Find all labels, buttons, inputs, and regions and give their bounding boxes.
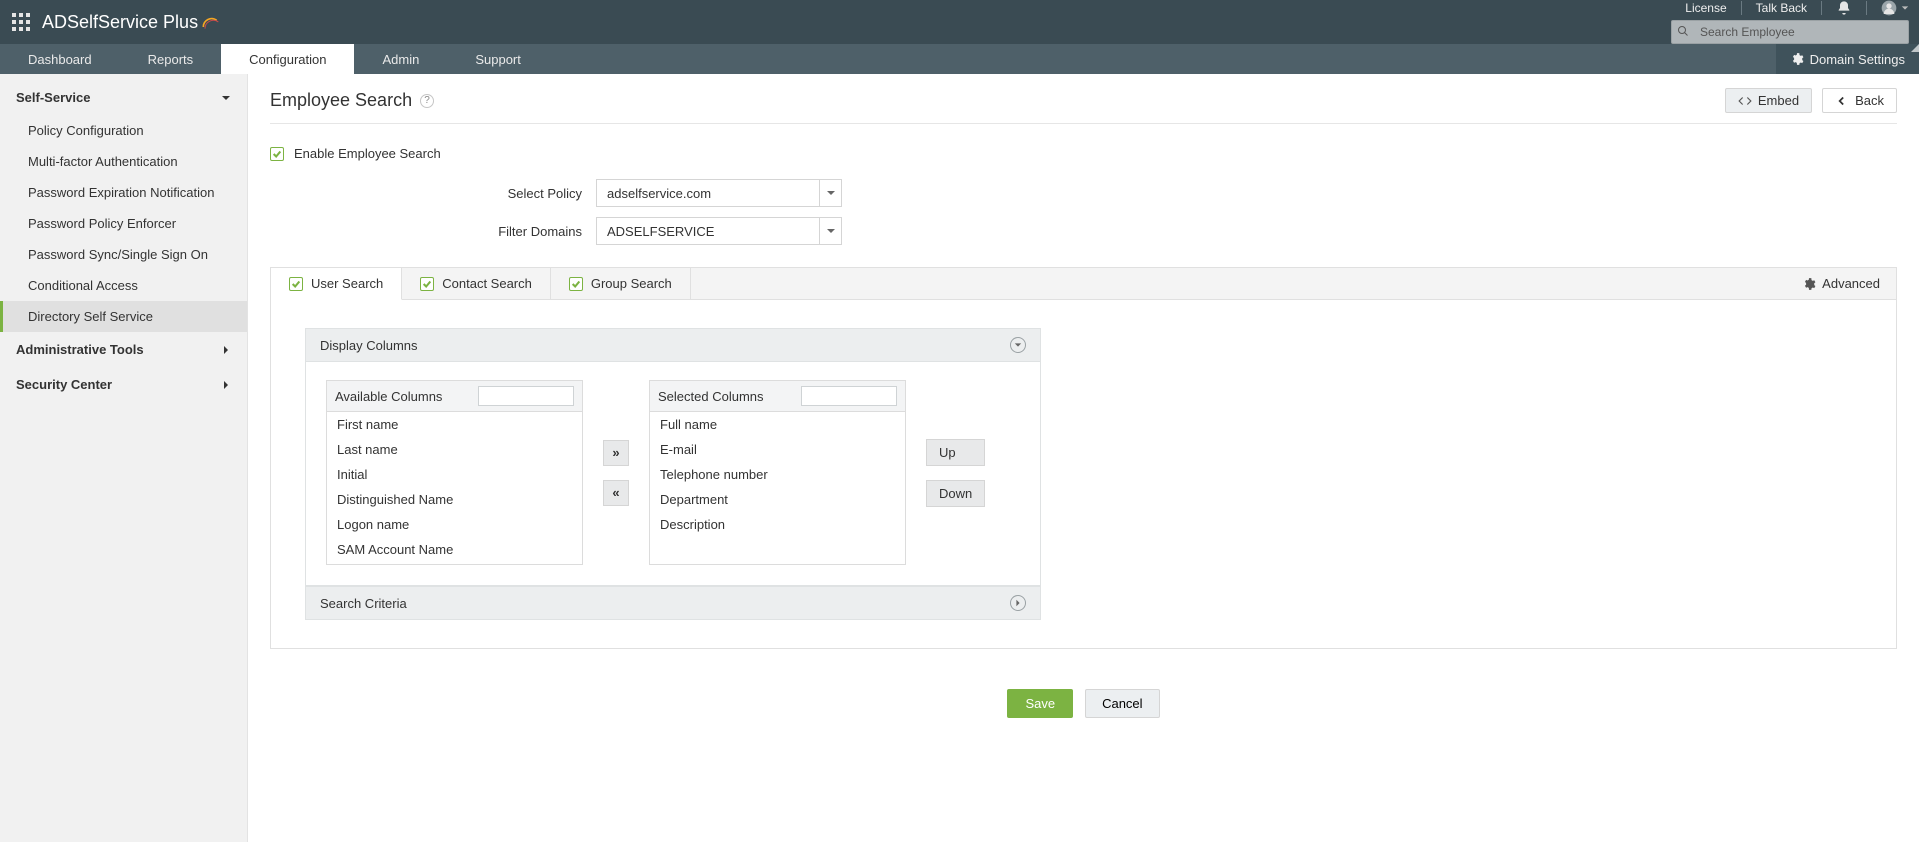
sidebar-item-password-policy-enforcer[interactable]: Password Policy Enforcer [0,208,247,239]
save-button[interactable]: Save [1007,689,1073,718]
available-columns-filter[interactable] [478,386,574,406]
chevron-right-icon [221,345,231,355]
sidebar-section-administrative-tools[interactable]: Administrative Tools [0,332,247,367]
search-tab-contact-search[interactable]: Contact Search [402,268,551,299]
caret-down-icon [221,93,231,103]
filter-domains-label: Filter Domains [472,224,582,239]
help-icon[interactable]: ? [420,94,434,108]
avatar-icon [1881,0,1897,16]
sidebar-item-multi-factor-authentication[interactable]: Multi-factor Authentication [0,146,247,177]
chevron-down-icon [819,217,841,245]
chevron-left-icon [1835,94,1849,108]
chevron-right-icon [221,380,231,390]
move-down-button[interactable]: Down [926,480,985,507]
sidebar-item-conditional-access[interactable]: Conditional Access [0,270,247,301]
sidebar-item-directory-self-service[interactable]: Directory Self Service [0,301,247,332]
nav-tab-admin[interactable]: Admin [354,44,447,74]
available-column-item[interactable]: Last name [327,437,582,462]
advanced-button[interactable]: Advanced [1786,268,1896,299]
bell-icon[interactable] [1836,0,1852,16]
back-button[interactable]: Back [1822,88,1897,113]
selected-columns-filter[interactable] [801,386,897,406]
available-column-item[interactable]: Initial [327,462,582,487]
app-title: ADSelfServicePlus [42,12,220,33]
gear-icon [1802,277,1816,291]
collapse-icon [1010,337,1026,353]
selected-columns-box: Selected Columns Full nameE-mailTelephon… [649,380,906,565]
nav-tab-reports[interactable]: Reports [120,44,222,74]
sidebar-item-policy-configuration[interactable]: Policy Configuration [0,115,247,146]
enable-employee-search-label: Enable Employee Search [294,146,441,161]
selected-column-item[interactable]: Department [650,487,905,512]
display-columns-header[interactable]: Display Columns [305,328,1041,362]
search-tab-group-search[interactable]: Group Search [551,268,691,299]
move-up-button[interactable]: Up [926,439,985,466]
selected-column-item[interactable]: Description [650,512,905,537]
search-tab-user-search[interactable]: User Search [271,268,402,300]
user-menu[interactable] [1881,0,1909,16]
chevron-down-icon [819,179,841,207]
enable-employee-search-checkbox[interactable] [270,147,284,161]
page-title: Employee Search [270,90,412,111]
selected-column-item[interactable]: Telephone number [650,462,905,487]
employee-search-box[interactable] [1671,20,1909,44]
search-criteria-header[interactable]: Search Criteria [305,586,1041,620]
available-column-item[interactable]: SAM Account Name [327,537,582,562]
move-right-button[interactable]: » [603,440,629,466]
code-icon [1738,94,1752,108]
checkbox-icon[interactable] [569,277,583,291]
available-column-item[interactable]: Logon name [327,512,582,537]
sidebar-item-password-expiration-notification[interactable]: Password Expiration Notification [0,177,247,208]
domain-settings-button[interactable]: Domain Settings [1776,44,1919,74]
embed-button[interactable]: Embed [1725,88,1812,113]
sidebar-item-password-sync-single-sign-on[interactable]: Password Sync/Single Sign On [0,239,247,270]
selected-column-item[interactable]: Full name [650,412,905,437]
cancel-button[interactable]: Cancel [1085,689,1159,718]
select-policy-dropdown[interactable]: adselfservice.com [596,179,842,207]
select-policy-label: Select Policy [472,186,582,201]
filter-domains-dropdown[interactable]: ADSELFSERVICE [596,217,842,245]
nav-tab-support[interactable]: Support [447,44,549,74]
sidebar-section-self-service[interactable]: Self-Service [0,80,247,115]
available-columns-title: Available Columns [335,389,442,404]
selected-column-item[interactable]: E-mail [650,437,905,462]
caret-down-icon [1901,4,1909,12]
checkbox-icon[interactable] [289,277,303,291]
gear-icon [1790,52,1804,66]
corner-resize-icon [1911,44,1919,52]
employee-search-input[interactable] [1694,25,1908,39]
selected-columns-title: Selected Columns [658,389,764,404]
checkbox-icon[interactable] [420,277,434,291]
license-link[interactable]: License [1685,1,1726,15]
available-column-item[interactable]: Distinguished Name [327,487,582,512]
expand-icon [1010,595,1026,611]
talkback-link[interactable]: Talk Back [1756,1,1807,15]
search-icon [1672,25,1694,40]
nav-tab-configuration[interactable]: Configuration [221,44,354,74]
sidebar-section-security-center[interactable]: Security Center [0,367,247,402]
move-left-button[interactable]: « [603,480,629,506]
available-column-item[interactable]: First name [327,412,582,437]
available-columns-box: Available Columns First nameLast nameIni… [326,380,583,565]
nav-tab-dashboard[interactable]: Dashboard [0,44,120,74]
app-launcher-icon[interactable] [12,13,30,31]
logo-swoosh-icon [200,12,220,32]
